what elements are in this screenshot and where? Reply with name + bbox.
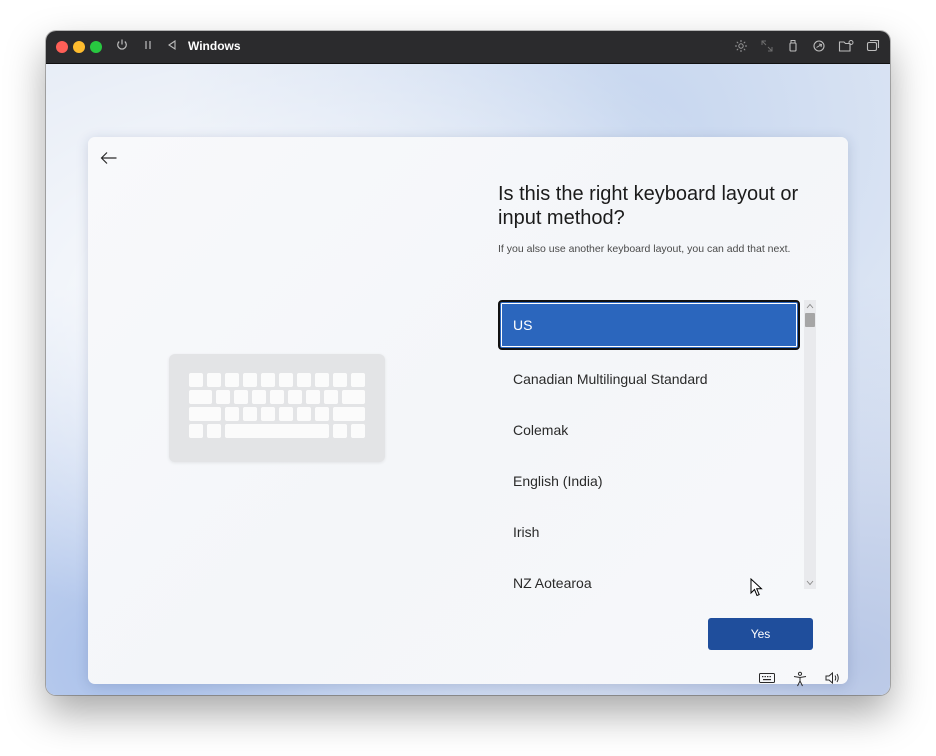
power-icon[interactable] [116, 38, 128, 57]
folder-icon[interactable] [838, 39, 854, 53]
setup-panel: Is this the right keyboard layout or inp… [88, 137, 848, 684]
list-item-us[interactable]: US [498, 300, 800, 350]
scroll-thumb[interactable] [805, 313, 815, 327]
volume-icon[interactable] [824, 671, 842, 687]
keyboard-illustration [169, 354, 385, 462]
page-subtitle: If you also use another keyboard layout,… [498, 243, 791, 255]
back-arrow-icon [100, 152, 117, 164]
system-tray [758, 671, 842, 687]
list-item-english-india[interactable]: English (India) [498, 456, 800, 506]
close-button[interactable] [56, 41, 68, 53]
list-item-colemak[interactable]: Colemak [498, 405, 800, 455]
share-icon[interactable] [812, 39, 826, 53]
window-title: Windows [188, 39, 241, 53]
zoom-button[interactable] [90, 41, 102, 53]
back-triangle-icon[interactable] [167, 38, 177, 57]
title-bar: Windows [46, 31, 890, 64]
list-scrollbar[interactable] [804, 300, 816, 589]
keyboard-icon[interactable] [758, 671, 776, 687]
scroll-down-arrow-icon[interactable] [804, 577, 816, 589]
yes-button[interactable]: Yes [708, 618, 813, 650]
mouse-cursor-icon [750, 577, 764, 602]
toolbar-icons [734, 39, 880, 53]
resize-icon[interactable] [760, 39, 774, 53]
list-item-canadian-multilingual[interactable]: Canadian Multilingual Standard [498, 354, 800, 404]
keyboard-layout-list[interactable]: US Canadian Multilingual Standard Colema… [498, 300, 814, 607]
back-button[interactable] [98, 147, 120, 169]
pause-icon[interactable] [144, 38, 152, 57]
scroll-up-arrow-icon[interactable] [804, 300, 816, 312]
usb-icon[interactable] [786, 39, 800, 53]
minimize-button[interactable] [73, 41, 85, 53]
list-item-irish[interactable]: Irish [498, 507, 800, 557]
page-title: Is this the right keyboard layout or inp… [498, 183, 799, 229]
accessibility-icon[interactable] [792, 671, 808, 687]
window-icon[interactable] [866, 39, 880, 53]
brightness-icon[interactable] [734, 39, 748, 53]
